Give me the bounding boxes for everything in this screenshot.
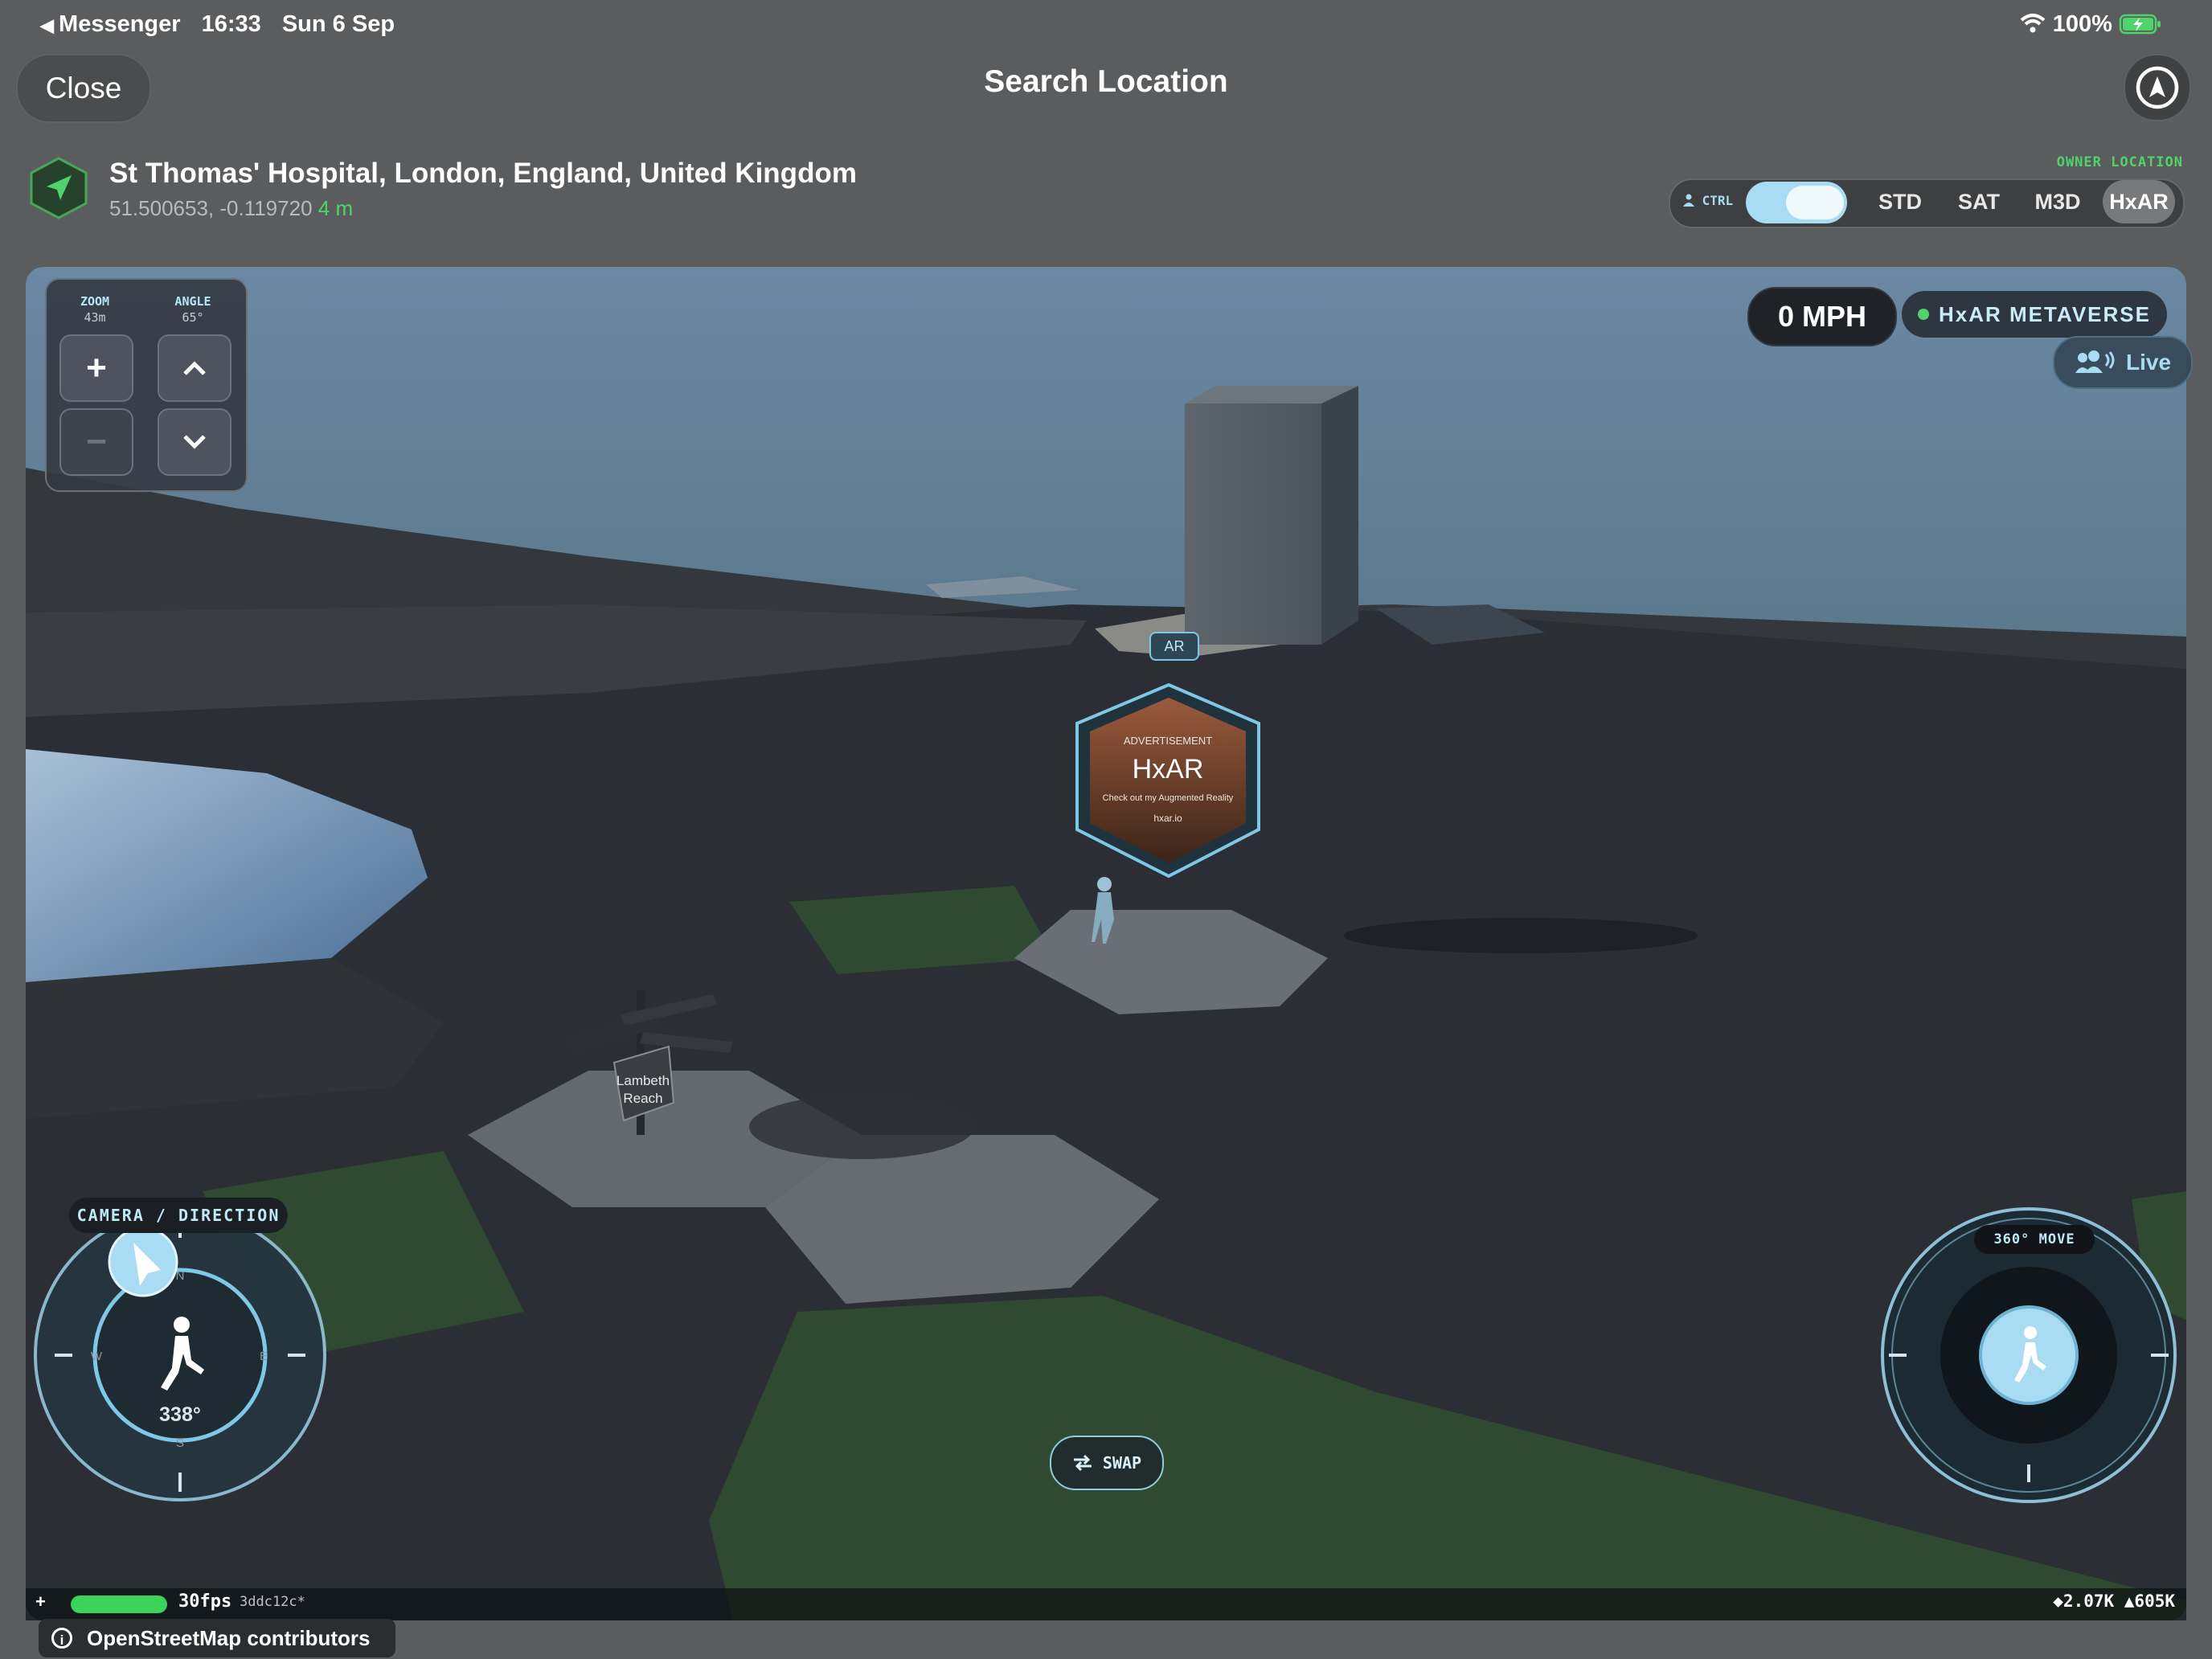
- mode-tab-m3d[interactable]: M3D: [2017, 180, 2098, 223]
- shadow: [1344, 918, 1698, 953]
- ad-brand: HxAR: [1133, 754, 1204, 784]
- mode-tab-std[interactable]: STD: [1860, 180, 1940, 223]
- camera-direction-label: CAMERA / DIRECTION: [69, 1198, 288, 1233]
- date: Sun 6 Sep: [281, 11, 395, 37]
- speed-readout: 0 MPH: [1747, 287, 1897, 346]
- navigation-arrow-icon: [2136, 66, 2179, 109]
- compass-north: N: [176, 1269, 185, 1283]
- move-label: 360° MOVE: [1974, 1225, 2095, 1254]
- app-root: ◀ Messenger 16:33 Sun 6 Sep 100% Close S…: [0, 0, 2212, 1659]
- metaverse-badge[interactable]: HxAR METAVERSE: [1902, 291, 2167, 338]
- tower-building[interactable]: [1185, 403, 1321, 645]
- ar-tag[interactable]: AR: [1149, 632, 1199, 661]
- location-hex-icon: [29, 156, 88, 220]
- time: 16:33: [201, 11, 261, 37]
- tower-side: [1321, 386, 1358, 645]
- people-broadcast-icon: [2075, 350, 2115, 373]
- shadow: [749, 1095, 974, 1159]
- zoom-value: 43m: [84, 310, 106, 325]
- status-right: 100%: [2019, 11, 2162, 38]
- fps-bar: [71, 1596, 167, 1613]
- mode-tab-hxar[interactable]: HxAR: [2103, 180, 2175, 223]
- mode-tab-sat[interactable]: SAT: [1940, 180, 2017, 223]
- back-arrow-icon[interactable]: ◀: [40, 15, 59, 35]
- sign-text-1: Lambeth: [616, 1073, 670, 1088]
- back-app-label[interactable]: Messenger: [59, 11, 181, 37]
- accuracy-value: 4 m: [317, 196, 354, 220]
- owner-location-label[interactable]: OWNER LOCATION: [2042, 154, 2183, 170]
- status-bar: ◀ Messenger 16:33 Sun 6 Sep 100%: [0, 0, 2212, 51]
- render-stats: ◆2.07K ▲605K: [2053, 1591, 2175, 1611]
- live-button[interactable]: Live: [2053, 336, 2193, 389]
- ad-url: hxar.io: [1153, 813, 1182, 824]
- location-coords: 51.500653, -0.119720 4 m: [109, 196, 353, 221]
- chevron-down-icon: [183, 435, 206, 449]
- chevron-up-icon: [183, 361, 206, 375]
- angle-value: 65°: [182, 310, 204, 325]
- ctrl-label: CTRL: [1683, 193, 1733, 208]
- angle-down-button[interactable]: [158, 408, 231, 476]
- status-left: ◀ Messenger 16:33 Sun 6 Sep: [40, 11, 395, 38]
- battery-charging-icon: [2119, 14, 2161, 35]
- ctrl-toggle-knob: [1786, 186, 1844, 219]
- page-title: Search Location: [984, 64, 1228, 99]
- zoom-label: ZOOM: [80, 294, 110, 309]
- coords-value: 51.500653, -0.119720: [109, 196, 313, 220]
- attribution[interactable]: i OpenStreetMap contributors: [39, 1619, 395, 1657]
- build-hash: 3ddc12c*: [240, 1594, 305, 1610]
- debug-bar: [26, 1588, 2186, 1620]
- info-icon: i: [51, 1628, 72, 1649]
- angle-up-button[interactable]: [158, 334, 231, 402]
- fps-value: 30fps: [178, 1591, 232, 1612]
- swap-button[interactable]: SWAP: [1050, 1436, 1164, 1490]
- zoom-in-button[interactable]: +: [59, 334, 133, 402]
- grass-patch: [789, 886, 1055, 974]
- ad-heading: ADVERTISEMENT: [1124, 735, 1212, 747]
- battery-percent: 100%: [2052, 11, 2112, 37]
- status-dot-icon: [1918, 309, 1930, 320]
- angle-label: ANGLE: [174, 294, 211, 309]
- person-icon: [1683, 194, 1694, 207]
- ad-tagline: Check out my Augmented Reality: [1103, 793, 1234, 803]
- location-name: St Thomas' Hospital, London, England, Un…: [109, 158, 857, 189]
- compass-south: S: [176, 1436, 184, 1450]
- compass-east: E: [260, 1350, 268, 1363]
- swap-arrows-icon: [1073, 1454, 1092, 1472]
- zoom-out-button[interactable]: −: [59, 408, 133, 476]
- navigation-button[interactable]: [2124, 54, 2191, 121]
- map-scene: ADVERTISEMENT HxAR Check out my Augmente…: [26, 267, 2186, 1620]
- sign-text-2: Reach: [623, 1091, 662, 1106]
- wifi-icon: [2020, 14, 2046, 33]
- camera-direction-joystick[interactable]: N E S W: [34, 1209, 326, 1501]
- debug-expand-button[interactable]: +: [35, 1591, 46, 1612]
- map-view[interactable]: ADVERTISEMENT HxAR Check out my Augmente…: [26, 267, 2186, 1620]
- heading-degrees: 338°: [159, 1403, 201, 1426]
- compass-west: W: [91, 1350, 103, 1363]
